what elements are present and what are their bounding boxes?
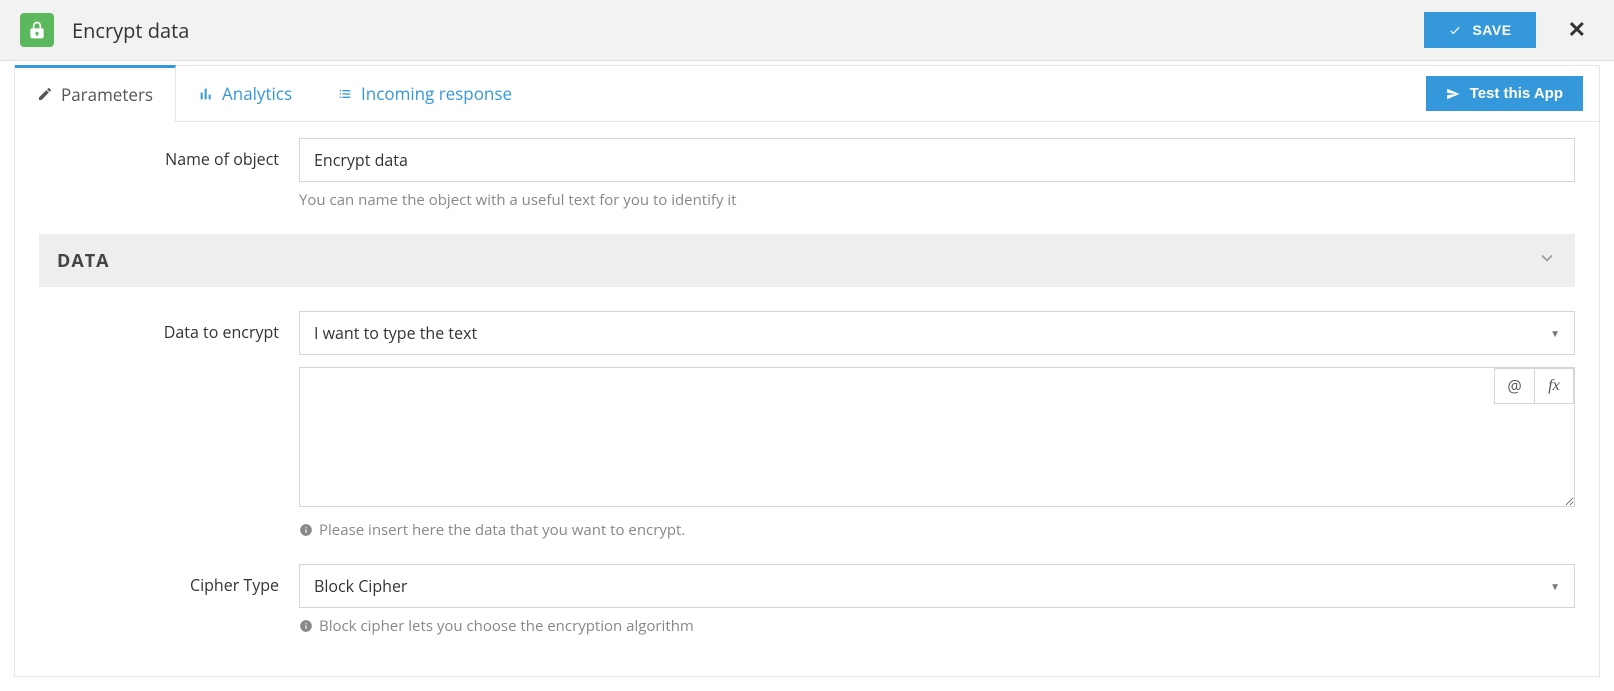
close-button[interactable]: ✕ bbox=[1560, 13, 1594, 47]
close-icon: ✕ bbox=[1568, 17, 1586, 42]
tab-incoming-response[interactable]: Incoming response bbox=[315, 66, 535, 121]
check-icon bbox=[1448, 23, 1462, 37]
section-data-title: DATA bbox=[57, 249, 110, 273]
test-app-button[interactable]: Test this App bbox=[1426, 76, 1583, 111]
row-cipher-type: Cipher Type Block Cipher ▼ Block cipher … bbox=[39, 564, 1575, 636]
page-title: Encrypt data bbox=[72, 17, 1424, 44]
tab-spacer bbox=[535, 66, 1426, 121]
lock-icon bbox=[20, 13, 54, 47]
section-data-header[interactable]: DATA bbox=[39, 234, 1575, 287]
data-to-encrypt-help: Please insert here the data that you wan… bbox=[299, 520, 1575, 540]
fx-icon: fx bbox=[1548, 377, 1560, 395]
cipher-type-help: Block cipher lets you choose the encrypt… bbox=[299, 616, 1575, 636]
data-to-encrypt-select[interactable]: I want to type the text ▼ bbox=[299, 311, 1575, 355]
cipher-type-help-text: Block cipher lets you choose the encrypt… bbox=[319, 616, 694, 636]
name-of-object-help: You can name the object with a useful te… bbox=[299, 190, 1575, 210]
save-button[interactable]: SAVE bbox=[1424, 12, 1535, 48]
test-app-label: Test this App bbox=[1470, 85, 1563, 102]
row-data-to-encrypt: Data to encrypt I want to type the text … bbox=[39, 311, 1575, 540]
caret-down-icon: ▼ bbox=[1550, 326, 1560, 340]
info-icon bbox=[299, 523, 313, 537]
name-of-object-input[interactable] bbox=[299, 138, 1575, 182]
at-icon: @ bbox=[1507, 375, 1521, 397]
config-panel: Parameters Analytics Incoming response T… bbox=[14, 65, 1600, 677]
edit-icon bbox=[37, 86, 53, 102]
tab-parameters[interactable]: Parameters bbox=[15, 65, 176, 122]
caret-down-icon: ▼ bbox=[1550, 579, 1560, 593]
row-name-of-object: Name of object You can name the object w… bbox=[39, 138, 1575, 210]
tab-bar: Parameters Analytics Incoming response T… bbox=[15, 66, 1599, 122]
paper-plane-icon bbox=[1446, 87, 1460, 101]
insert-function-button[interactable]: fx bbox=[1534, 368, 1574, 404]
bar-chart-icon bbox=[198, 86, 214, 102]
cipher-type-select-value: Block Cipher bbox=[314, 575, 407, 597]
page-header: Encrypt data SAVE ✕ bbox=[0, 0, 1614, 61]
tab-analytics[interactable]: Analytics bbox=[176, 66, 315, 121]
insert-variable-button[interactable]: @ bbox=[1494, 368, 1534, 404]
cipher-type-label: Cipher Type bbox=[39, 564, 299, 596]
name-of-object-label: Name of object bbox=[39, 138, 299, 170]
cipher-type-select[interactable]: Block Cipher ▼ bbox=[299, 564, 1575, 608]
data-to-encrypt-select-value: I want to type the text bbox=[314, 322, 477, 344]
tab-parameters-label: Parameters bbox=[61, 83, 153, 106]
save-button-label: SAVE bbox=[1472, 22, 1511, 38]
data-to-encrypt-help-text: Please insert here the data that you wan… bbox=[319, 520, 685, 540]
data-to-encrypt-textarea[interactable] bbox=[299, 367, 1575, 507]
chevron-down-icon bbox=[1537, 248, 1557, 273]
tab-incoming-label: Incoming response bbox=[361, 82, 512, 105]
list-icon bbox=[337, 86, 353, 102]
info-icon bbox=[299, 619, 313, 633]
textarea-toolbar: @ fx bbox=[1494, 368, 1574, 404]
form-body: Name of object You can name the object w… bbox=[15, 122, 1599, 676]
tab-analytics-label: Analytics bbox=[222, 82, 292, 105]
data-to-encrypt-label: Data to encrypt bbox=[39, 311, 299, 343]
